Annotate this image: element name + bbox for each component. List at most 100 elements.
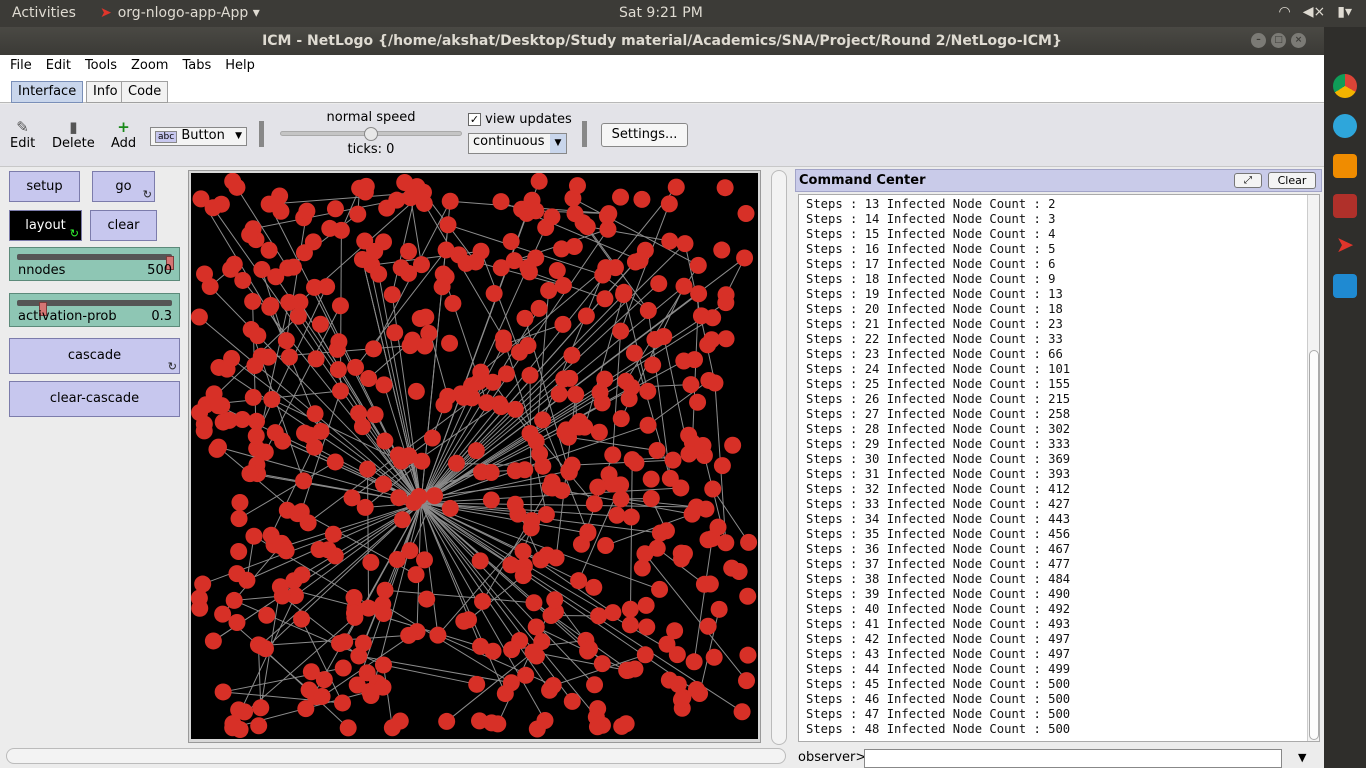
network-node[interactable] bbox=[244, 292, 262, 310]
network-node[interactable] bbox=[604, 446, 622, 464]
network-node[interactable] bbox=[699, 617, 717, 635]
network-node[interactable] bbox=[365, 340, 383, 358]
network-node[interactable] bbox=[517, 666, 535, 684]
network-node[interactable] bbox=[642, 470, 660, 488]
network-node[interactable] bbox=[326, 200, 344, 218]
network-node[interactable] bbox=[514, 542, 532, 560]
network-node[interactable] bbox=[737, 204, 755, 222]
expand-icon[interactable]: ⤢ bbox=[1234, 173, 1262, 188]
network-node[interactable] bbox=[280, 348, 298, 366]
network-node[interactable] bbox=[411, 310, 429, 328]
network-node[interactable] bbox=[534, 457, 552, 475]
network-node[interactable] bbox=[492, 193, 510, 211]
network-node[interactable] bbox=[401, 542, 419, 560]
network-node[interactable] bbox=[214, 683, 232, 701]
network-node[interactable] bbox=[426, 487, 444, 505]
network-node[interactable] bbox=[585, 495, 603, 513]
network-node[interactable] bbox=[717, 294, 735, 312]
network-node[interactable] bbox=[472, 363, 490, 381]
network-node[interactable] bbox=[550, 385, 568, 403]
network-node[interactable] bbox=[636, 646, 654, 664]
network-node[interactable] bbox=[190, 308, 208, 326]
network-node[interactable] bbox=[376, 432, 394, 450]
network-node[interactable] bbox=[244, 388, 262, 406]
network-node[interactable] bbox=[272, 202, 290, 220]
nnodes-slider[interactable]: nnodes 500 bbox=[9, 247, 180, 281]
network-node[interactable] bbox=[345, 604, 363, 622]
network-node[interactable] bbox=[383, 719, 401, 737]
menu-help[interactable]: Help bbox=[225, 58, 255, 77]
network-node[interactable] bbox=[249, 327, 267, 345]
network-node[interactable] bbox=[540, 282, 558, 300]
telegram-icon[interactable] bbox=[1333, 114, 1357, 138]
volume-icon[interactable]: ◀× bbox=[1303, 4, 1326, 20]
network-node[interactable] bbox=[390, 489, 408, 507]
command-center-clear-button[interactable]: Clear bbox=[1268, 172, 1316, 189]
network-node[interactable] bbox=[740, 533, 758, 551]
network-node[interactable] bbox=[537, 219, 555, 237]
network-node[interactable] bbox=[247, 427, 265, 445]
network-node[interactable] bbox=[204, 199, 222, 217]
network-node[interactable] bbox=[585, 578, 603, 596]
network-node[interactable] bbox=[530, 299, 548, 317]
view-updates-checkbox[interactable]: ✓ view updates bbox=[468, 112, 572, 127]
network-node[interactable] bbox=[208, 440, 226, 458]
command-input[interactable] bbox=[864, 749, 1282, 768]
network-node[interactable] bbox=[505, 252, 523, 270]
network-node[interactable] bbox=[293, 566, 311, 584]
network-node[interactable] bbox=[596, 290, 614, 308]
activation-prob-track[interactable] bbox=[17, 300, 172, 316]
network-node[interactable] bbox=[375, 376, 393, 394]
network-node[interactable] bbox=[593, 655, 611, 673]
network-node[interactable] bbox=[393, 511, 411, 529]
network-node[interactable] bbox=[334, 659, 352, 677]
network-node[interactable] bbox=[324, 525, 342, 543]
clock[interactable]: Sat 9:21 PM bbox=[619, 5, 703, 21]
network-node[interactable] bbox=[318, 278, 336, 296]
network-node[interactable] bbox=[660, 195, 678, 213]
network-node[interactable] bbox=[307, 350, 325, 368]
settings-button[interactable]: Settings... bbox=[601, 123, 688, 147]
network-node[interactable] bbox=[527, 647, 545, 665]
network-node[interactable] bbox=[405, 493, 423, 511]
network-node[interactable] bbox=[416, 337, 434, 355]
network-node[interactable] bbox=[590, 607, 608, 625]
network-node[interactable] bbox=[418, 590, 436, 608]
network-node[interactable] bbox=[542, 606, 560, 624]
network-node[interactable] bbox=[228, 614, 246, 632]
network-node[interactable] bbox=[675, 277, 693, 295]
menu-tools[interactable]: Tools bbox=[85, 58, 117, 77]
network-node[interactable] bbox=[568, 177, 586, 195]
network-node[interactable] bbox=[567, 385, 585, 403]
network-node[interactable] bbox=[650, 275, 668, 293]
network-node[interactable] bbox=[468, 675, 486, 693]
network-node[interactable] bbox=[439, 216, 457, 234]
network-node[interactable] bbox=[527, 618, 545, 636]
network-node[interactable] bbox=[252, 699, 270, 717]
network-node[interactable] bbox=[299, 514, 317, 532]
network-node[interactable] bbox=[590, 423, 608, 441]
network-node[interactable] bbox=[495, 335, 513, 353]
network-node[interactable] bbox=[326, 453, 344, 471]
network-node[interactable] bbox=[231, 494, 249, 512]
network-node[interactable] bbox=[710, 600, 728, 618]
network-node[interactable] bbox=[687, 681, 705, 699]
chrome-icon[interactable] bbox=[1333, 74, 1357, 98]
network-node[interactable] bbox=[581, 640, 599, 658]
network-node[interactable] bbox=[441, 499, 459, 517]
network-node[interactable] bbox=[548, 262, 566, 280]
network-node[interactable] bbox=[485, 284, 503, 302]
network-node[interactable] bbox=[506, 495, 524, 513]
network-node[interactable] bbox=[224, 719, 242, 737]
network-node[interactable] bbox=[537, 506, 555, 524]
network-node[interactable] bbox=[502, 233, 520, 251]
network-node[interactable] bbox=[522, 519, 540, 537]
network-node[interactable] bbox=[597, 536, 615, 554]
world-view[interactable] bbox=[190, 172, 758, 739]
network-node[interactable] bbox=[311, 315, 329, 333]
network-node[interactable] bbox=[660, 671, 678, 689]
terminal-icon[interactable] bbox=[1333, 194, 1357, 218]
network-node[interactable] bbox=[525, 594, 543, 612]
network-node[interactable] bbox=[639, 302, 657, 320]
network-node[interactable] bbox=[389, 446, 407, 464]
